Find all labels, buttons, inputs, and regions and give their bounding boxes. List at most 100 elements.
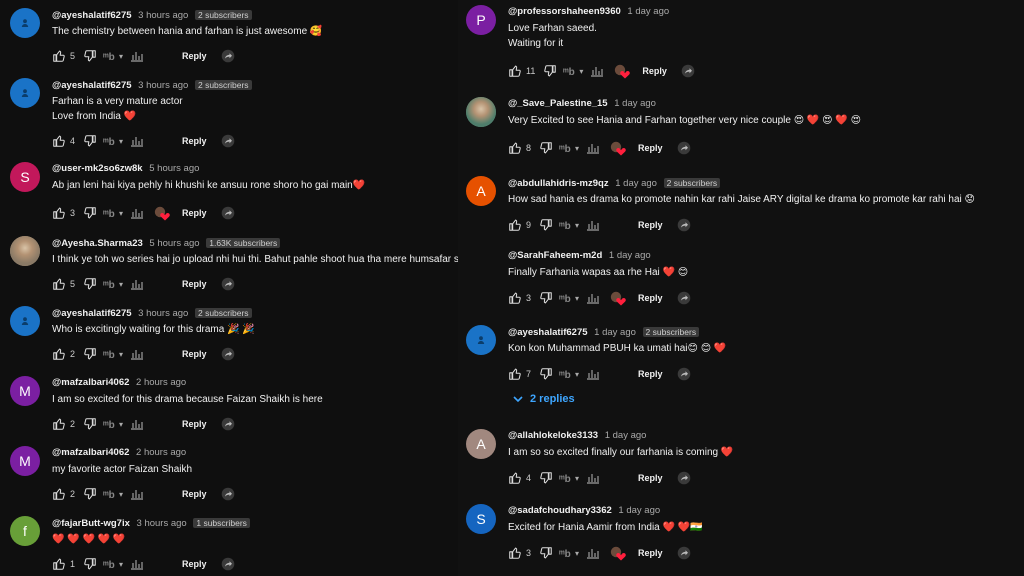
avatar[interactable]: A <box>466 176 496 206</box>
avatar[interactable]: A <box>466 429 496 459</box>
comment-author[interactable]: @SarahFaheem-m2d <box>508 250 602 261</box>
dropdown-arrow-icon[interactable]: ▾ <box>575 549 579 558</box>
avatar[interactable]: S <box>466 504 496 534</box>
reply-button[interactable]: Reply <box>638 143 663 153</box>
comment-time[interactable]: 1 day ago <box>614 98 656 109</box>
share-icon[interactable] <box>221 417 235 431</box>
comment-time[interactable]: 1 day ago <box>615 178 657 189</box>
share-icon[interactable] <box>677 471 691 485</box>
comment-time[interactable]: 5 hours ago <box>149 238 199 249</box>
thumbs-up-icon[interactable] <box>52 277 66 291</box>
share-icon[interactable] <box>221 206 235 220</box>
comment-author[interactable]: @abdullahidris-mz9qz <box>508 178 609 189</box>
dropdown-arrow-icon[interactable]: ▾ <box>119 350 123 359</box>
share-icon[interactable] <box>221 557 235 571</box>
comment-time[interactable]: 3 hours ago <box>138 80 188 91</box>
dropdown-arrow-icon[interactable]: ▾ <box>119 420 123 429</box>
thumbs-down-icon[interactable] <box>83 487 97 501</box>
reply-button[interactable]: Reply <box>182 419 207 429</box>
reply-button[interactable]: Reply <box>638 369 663 379</box>
avatar[interactable]: M <box>10 376 40 406</box>
share-icon[interactable] <box>681 64 695 78</box>
reply-button[interactable]: Reply <box>638 220 663 230</box>
avatar[interactable] <box>466 249 496 279</box>
avatar[interactable] <box>466 97 496 127</box>
comment-author[interactable]: @ayeshalatif6275 <box>52 80 132 91</box>
thumbs-down-icon[interactable] <box>539 218 553 232</box>
comment-time[interactable]: 1 day ago <box>609 250 651 261</box>
comment-time[interactable]: 5 hours ago <box>149 163 199 174</box>
share-icon[interactable] <box>221 347 235 361</box>
dropdown-arrow-icon[interactable]: ▾ <box>119 52 123 61</box>
comment-author[interactable]: @ayeshalatif6275 <box>52 10 132 21</box>
comment-time[interactable]: 3 hours ago <box>138 308 188 319</box>
reply-button[interactable]: Reply <box>182 279 207 289</box>
reply-button[interactable]: Reply <box>638 293 663 303</box>
share-icon[interactable] <box>221 277 235 291</box>
reply-button[interactable]: Reply <box>182 136 207 146</box>
thumbs-down-icon[interactable] <box>539 141 553 155</box>
dropdown-arrow-icon[interactable]: ▾ <box>575 370 579 379</box>
thumbs-down-icon[interactable] <box>83 347 97 361</box>
avatar[interactable] <box>10 8 40 38</box>
thumbs-down-icon[interactable] <box>83 277 97 291</box>
avatar[interactable] <box>10 236 40 266</box>
comment-author[interactable]: @mafzalbari4062 <box>52 447 129 458</box>
thumbs-up-icon[interactable] <box>508 367 522 381</box>
thumbs-up-icon[interactable] <box>508 546 522 560</box>
dropdown-arrow-icon[interactable]: ▾ <box>119 209 123 218</box>
comment-author[interactable]: @Ayesha.Sharma23 <box>52 238 143 249</box>
share-icon[interactable] <box>677 218 691 232</box>
dropdown-arrow-icon[interactable]: ▾ <box>119 490 123 499</box>
dropdown-arrow-icon[interactable]: ▾ <box>579 67 583 76</box>
reply-button[interactable]: Reply <box>638 548 663 558</box>
avatar[interactable]: P <box>466 5 496 35</box>
thumbs-up-icon[interactable] <box>52 487 66 501</box>
comment-author[interactable]: @_Save_Palestine_15 <box>508 98 608 109</box>
thumbs-up-icon[interactable] <box>508 218 522 232</box>
share-icon[interactable] <box>677 141 691 155</box>
share-icon[interactable] <box>677 367 691 381</box>
thumbs-down-icon[interactable] <box>539 291 553 305</box>
thumbs-up-icon[interactable] <box>52 206 66 220</box>
reply-button[interactable]: Reply <box>182 559 207 569</box>
thumbs-up-icon[interactable] <box>52 347 66 361</box>
dropdown-arrow-icon[interactable]: ▾ <box>575 221 579 230</box>
avatar[interactable]: M <box>10 446 40 476</box>
dropdown-arrow-icon[interactable]: ▾ <box>575 144 579 153</box>
thumbs-up-icon[interactable] <box>52 49 66 63</box>
view-replies-button[interactable]: 2 replies <box>512 393 575 405</box>
dropdown-arrow-icon[interactable]: ▾ <box>575 294 579 303</box>
comment-time[interactable]: 1 day ago <box>605 430 647 441</box>
avatar[interactable]: S <box>10 162 40 192</box>
comment-author[interactable]: @ayeshalatif6275 <box>52 308 132 319</box>
thumbs-down-icon[interactable] <box>539 367 553 381</box>
reply-button[interactable]: Reply <box>638 473 663 483</box>
comment-author[interactable]: @sadafchoudhary3362 <box>508 505 612 516</box>
comment-time[interactable]: 3 hours ago <box>137 518 187 529</box>
thumbs-down-icon[interactable] <box>83 206 97 220</box>
comment-author[interactable]: @ayeshalatif6275 <box>508 327 588 338</box>
share-icon[interactable] <box>677 291 691 305</box>
comment-time[interactable]: 2 hours ago <box>136 377 186 388</box>
thumbs-up-icon[interactable] <box>508 471 522 485</box>
thumbs-down-icon[interactable] <box>539 546 553 560</box>
comment-author[interactable]: @mafzalbari4062 <box>52 377 129 388</box>
comment-author[interactable]: @professorshaheen9360 <box>508 6 621 17</box>
avatar[interactable] <box>10 78 40 108</box>
thumbs-up-icon[interactable] <box>508 64 522 78</box>
dropdown-arrow-icon[interactable]: ▾ <box>119 137 123 146</box>
thumbs-down-icon[interactable] <box>83 557 97 571</box>
thumbs-up-icon[interactable] <box>508 141 522 155</box>
thumbs-up-icon[interactable] <box>508 291 522 305</box>
reply-button[interactable]: Reply <box>182 208 207 218</box>
thumbs-up-icon[interactable] <box>52 134 66 148</box>
thumbs-up-icon[interactable] <box>52 417 66 431</box>
comment-time[interactable]: 1 day ago <box>594 327 636 338</box>
avatar[interactable] <box>466 325 496 355</box>
share-icon[interactable] <box>221 49 235 63</box>
thumbs-down-icon[interactable] <box>83 49 97 63</box>
comment-time[interactable]: 1 day ago <box>618 505 660 516</box>
comment-author[interactable]: @fajarButt-wg7ix <box>52 518 130 529</box>
avatar[interactable]: f <box>10 516 40 546</box>
